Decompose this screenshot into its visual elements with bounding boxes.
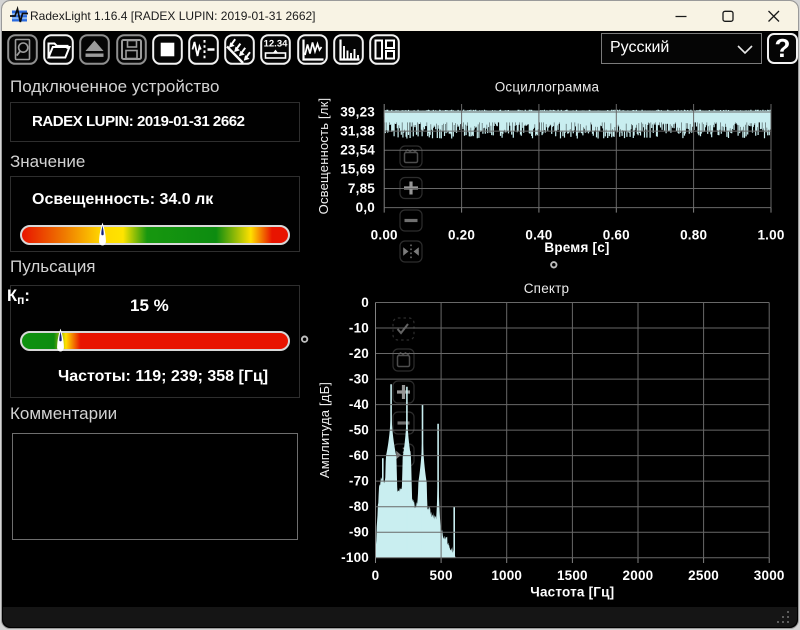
svg-text:Время [с]: Время [с] bbox=[544, 240, 609, 255]
svg-text:0.20: 0.20 bbox=[448, 227, 475, 242]
svg-text:31,38: 31,38 bbox=[340, 123, 375, 138]
svg-text:Спектр: Спектр bbox=[524, 281, 570, 296]
svg-text:Частота [Гц]: Частота [Гц] bbox=[530, 585, 614, 600]
svg-text:0: 0 bbox=[361, 295, 369, 310]
svg-text:500: 500 bbox=[430, 568, 453, 583]
svg-text:2000: 2000 bbox=[623, 568, 654, 583]
svg-text:-50: -50 bbox=[349, 422, 369, 437]
svg-text:-60: -60 bbox=[349, 448, 369, 463]
svg-text:-40: -40 bbox=[349, 397, 369, 412]
svg-text:1.00: 1.00 bbox=[757, 227, 784, 242]
svg-text:0: 0 bbox=[372, 568, 380, 583]
svg-text:-10: -10 bbox=[349, 320, 369, 335]
svg-text:Осциллограмма: Осциллограмма bbox=[495, 80, 600, 95]
svg-text:-100: -100 bbox=[341, 550, 369, 565]
svg-text:3000: 3000 bbox=[754, 568, 785, 583]
svg-text:0,0: 0,0 bbox=[356, 200, 375, 215]
svg-text:7,85: 7,85 bbox=[348, 181, 375, 196]
svg-text:1500: 1500 bbox=[557, 568, 588, 583]
svg-text:Амплитуда [дБ]: Амплитуда [дБ] bbox=[317, 382, 332, 478]
svg-text:39,23: 39,23 bbox=[340, 104, 375, 119]
svg-text:-70: -70 bbox=[349, 473, 369, 488]
svg-text:0.00: 0.00 bbox=[371, 227, 398, 242]
svg-text:-80: -80 bbox=[349, 499, 369, 514]
svg-text:2500: 2500 bbox=[688, 568, 719, 583]
svg-text:Освещенность [лк]: Освещенность [лк] bbox=[316, 98, 331, 215]
svg-text:-20: -20 bbox=[349, 346, 369, 361]
svg-text:-90: -90 bbox=[349, 524, 369, 539]
svg-text:1000: 1000 bbox=[491, 568, 522, 583]
svg-text:12.34: 12.34 bbox=[264, 39, 288, 50]
svg-text:-30: -30 bbox=[349, 371, 369, 386]
svg-text:0.80: 0.80 bbox=[680, 227, 707, 242]
svg-text:15,69: 15,69 bbox=[340, 162, 375, 177]
svg-text:23,54: 23,54 bbox=[340, 143, 375, 158]
